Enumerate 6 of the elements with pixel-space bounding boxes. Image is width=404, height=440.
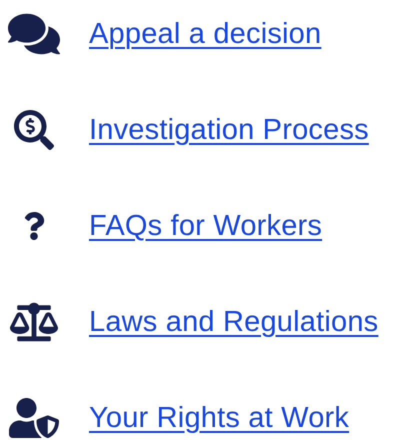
nav-link[interactable]: Investigation Process [89,114,369,146]
nav-link[interactable]: Appeal a decision [89,18,322,50]
nav-link[interactable]: Laws and Regulations [89,306,378,338]
nav-link[interactable]: Your Rights at Work [89,402,350,434]
nav-link[interactable]: FAQs for Workers [89,210,322,242]
magnifier-dollar-icon [14,110,54,150]
